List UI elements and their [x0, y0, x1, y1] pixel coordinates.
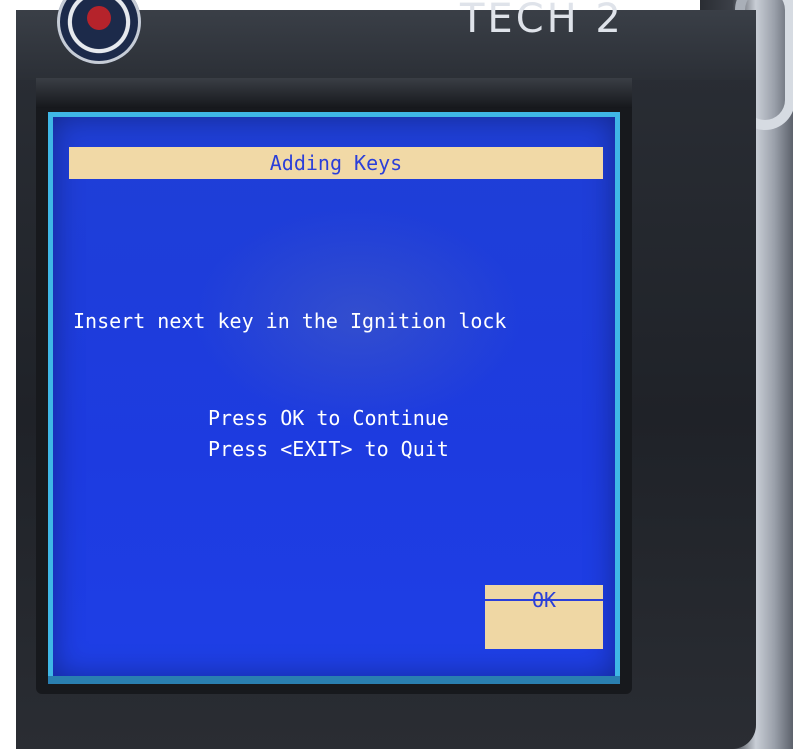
screen-bottom-edge	[48, 676, 620, 684]
lcd-screen: Adding Keys Insert next key in the Ignit…	[48, 112, 620, 682]
ok-softkey-button[interactable]: OK	[485, 585, 603, 649]
exit-prompt: Press <EXIT> to Quit	[208, 437, 449, 461]
instruction-text: Insert next key in the Ignition lock	[73, 309, 507, 333]
page-title: Adding Keys	[269, 151, 403, 175]
ok-softkey-label: OK	[531, 588, 557, 612]
device-title: TECH 2	[460, 0, 624, 42]
logo-griffin-icon	[87, 6, 111, 30]
title-bar: Adding Keys	[69, 147, 603, 179]
bezel-ledge	[36, 78, 632, 108]
photo-scene: TECH 2 Adding Keys Insert next key in th…	[0, 0, 793, 749]
continue-prompt: Press OK to Continue	[208, 406, 449, 430]
